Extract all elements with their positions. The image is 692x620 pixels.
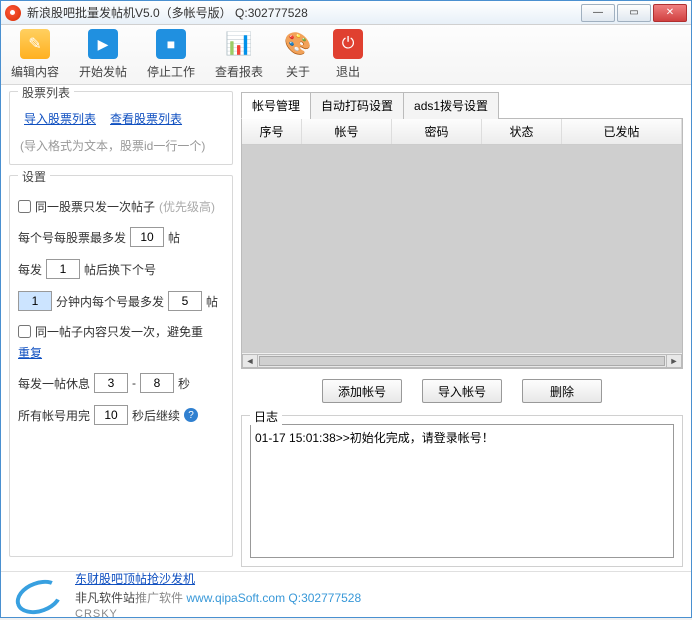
rest-max-input[interactable]: [140, 373, 174, 393]
tab-account-manage[interactable]: 帐号管理: [241, 92, 311, 119]
scroll-right-icon[interactable]: ►: [666, 354, 682, 368]
import-account-button[interactable]: 导入帐号: [422, 379, 502, 403]
delete-account-button[interactable]: 删除: [522, 379, 602, 403]
titlebar: 新浪股吧批量发帖机V5.0（多帐号版） Q:302777528 — ▭ ✕: [1, 1, 691, 25]
window-title: 新浪股吧批量发帖机V5.0（多帐号版） Q:302777528: [27, 4, 581, 21]
window-buttons: — ▭ ✕: [581, 4, 687, 22]
view-stock-list-link[interactable]: 查看股票列表: [110, 110, 182, 127]
scroll-track[interactable]: [257, 354, 667, 368]
horizontal-scrollbar[interactable]: ◄ ►: [242, 352, 682, 368]
table-header: 序号 帐号 密码 状态 已发帖: [242, 119, 682, 145]
stock-list-title: 股票列表: [18, 85, 74, 101]
tab-bar: 帐号管理 自动打码设置 ads1拨号设置: [241, 91, 683, 119]
edit-content-button[interactable]: 编辑内容: [11, 29, 59, 80]
col-index[interactable]: 序号: [242, 119, 302, 144]
one-post-suffix: (优先级高): [159, 198, 215, 215]
col-status[interactable]: 状态: [482, 119, 562, 144]
add-account-button[interactable]: 添加帐号: [322, 379, 402, 403]
weibo-logo-icon: [5, 5, 21, 21]
footer: 东财股吧顶帖抢沙发机 非凡软件站推广软件 www.qipaSoft.com Q:…: [1, 571, 691, 617]
footer-brand-sub: 推广软件: [135, 591, 183, 605]
stop-work-button[interactable]: 停止工作: [147, 29, 195, 80]
play-icon: [88, 29, 118, 59]
footer-contact: www.qipaSoft.com Q:302777528: [186, 591, 361, 605]
crsky-logo-icon: [11, 577, 65, 613]
table-body[interactable]: [242, 145, 682, 352]
scroll-thumb[interactable]: [259, 356, 665, 366]
settings-group: 设置 同一股票只发一次帖子 (优先级高) 每个号每股票最多发 帖 每发 帖后换下…: [9, 175, 233, 557]
one-post-label: 同一股票只发一次帖子: [35, 198, 155, 215]
log-textarea[interactable]: 01-17 15:01:38>>初始化完成，请登录帐号！: [250, 424, 674, 558]
col-password[interactable]: 密码: [392, 119, 482, 144]
max-posts-input[interactable]: [130, 227, 164, 247]
tab-adsl-settings[interactable]: ads1拨号设置: [403, 92, 499, 119]
about-button[interactable]: 关于: [283, 29, 313, 80]
per-minute-max-input[interactable]: [168, 291, 202, 311]
account-table: 序号 帐号 密码 状态 已发帖 ◄ ►: [241, 119, 683, 369]
rest-min-input[interactable]: [94, 373, 128, 393]
minutes-input[interactable]: [18, 291, 52, 311]
log-line: 01-17 15:01:38>>初始化完成，请登录帐号！: [255, 429, 669, 446]
stock-list-group: 股票列表 导入股票列表 查看股票列表 (导入格式为文本，股票id一行一个): [9, 91, 233, 165]
one-post-per-stock-checkbox[interactable]: [18, 200, 31, 213]
chart-icon: [224, 29, 254, 59]
scroll-left-icon[interactable]: ◄: [242, 354, 258, 368]
palette-icon: [283, 29, 313, 59]
settings-title: 设置: [18, 168, 50, 185]
no-duplicate-checkbox[interactable]: [18, 325, 31, 338]
account-button-row: 添加帐号 导入帐号 删除: [241, 369, 683, 407]
pencil-icon: [20, 29, 50, 59]
power-icon: [333, 29, 363, 59]
main-body: 股票列表 导入股票列表 查看股票列表 (导入格式为文本，股票id一行一个) 设置…: [1, 85, 691, 571]
import-hint: (导入格式为文本，股票id一行一个): [20, 137, 224, 154]
close-button[interactable]: ✕: [653, 4, 687, 22]
col-posted[interactable]: 已发帖: [562, 119, 682, 144]
footer-promo-link[interactable]: 东财股吧顶帖抢沙发机: [75, 572, 195, 586]
right-panel: 帐号管理 自动打码设置 ads1拨号设置 序号 帐号 密码 状态 已发帖 ◄: [241, 91, 683, 567]
help-icon[interactable]: ?: [184, 408, 198, 422]
col-account[interactable]: 帐号: [302, 119, 392, 144]
account-panel: 帐号管理 自动打码设置 ads1拨号设置 序号 帐号 密码 状态 已发帖 ◄: [241, 91, 683, 407]
app-window: 新浪股吧批量发帖机V5.0（多帐号版） Q:302777528 — ▭ ✕ 编辑…: [0, 0, 692, 618]
minimize-button[interactable]: —: [581, 4, 615, 22]
maximize-button[interactable]: ▭: [617, 4, 651, 22]
start-post-button[interactable]: 开始发帖: [79, 29, 127, 80]
stop-icon: [156, 29, 186, 59]
exit-button[interactable]: 退出: [333, 29, 363, 80]
log-title: 日志: [250, 408, 282, 425]
tab-captcha-settings[interactable]: 自动打码设置: [310, 92, 404, 119]
duplicate-link[interactable]: 重复: [18, 344, 42, 361]
log-group: 日志 01-17 15:01:38>>初始化完成，请登录帐号！: [241, 415, 683, 567]
toolbar: 编辑内容 开始发帖 停止工作 查看报表 关于 退出: [1, 25, 691, 85]
switch-after-input[interactable]: [46, 259, 80, 279]
left-panel: 股票列表 导入股票列表 查看股票列表 (导入格式为文本，股票id一行一个) 设置…: [9, 91, 233, 567]
view-report-button[interactable]: 查看报表: [215, 29, 263, 80]
all-used-wait-input[interactable]: [94, 405, 128, 425]
import-stock-list-link[interactable]: 导入股票列表: [24, 110, 96, 127]
footer-brand: 非凡软件站: [75, 591, 135, 605]
